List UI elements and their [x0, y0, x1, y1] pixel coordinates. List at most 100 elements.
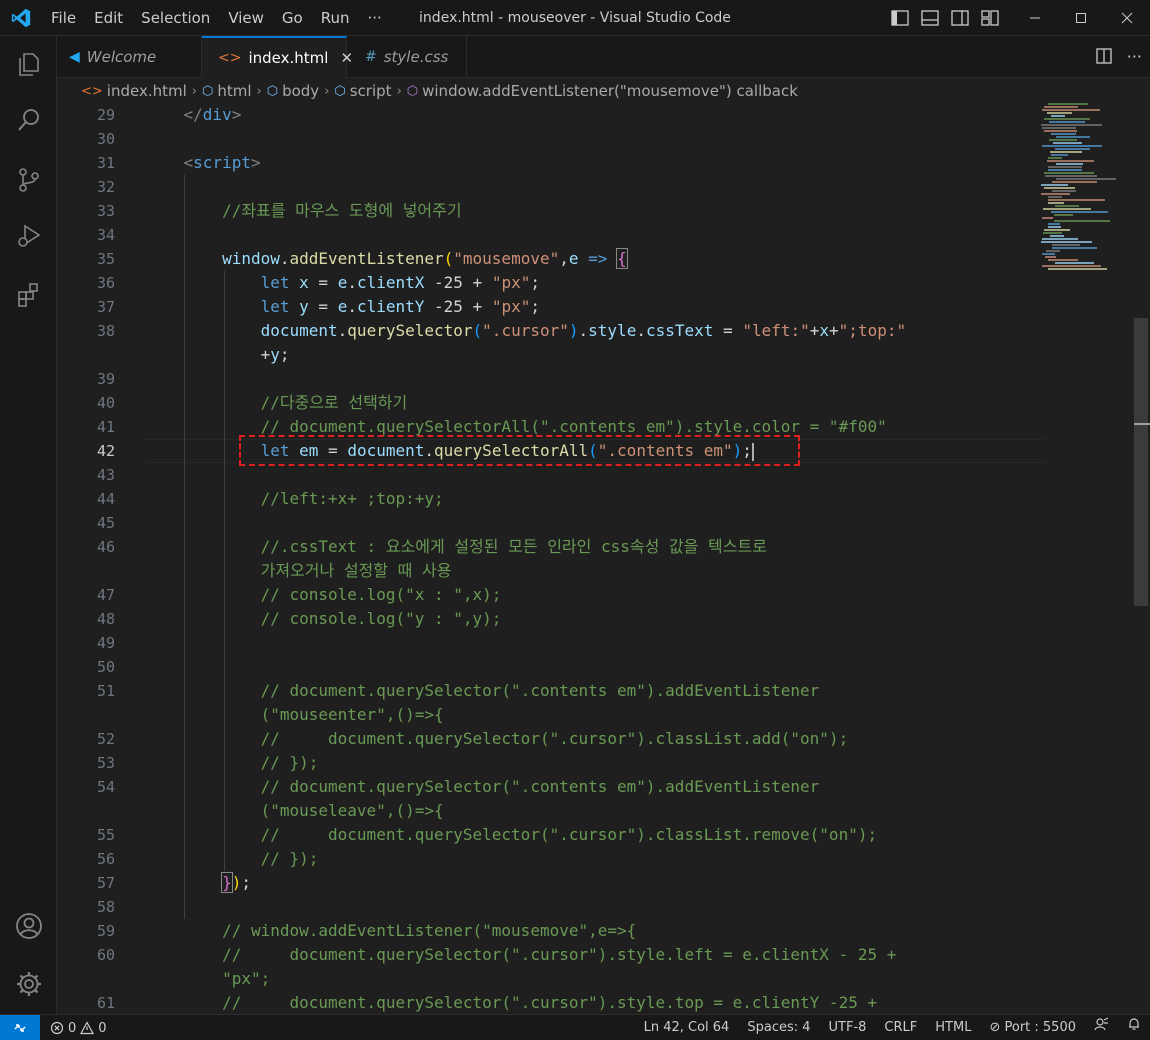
minimize-button[interactable] [1012, 0, 1058, 36]
minimap-line [1052, 247, 1097, 249]
minimap-line [1048, 202, 1064, 204]
code-line: let x = e.clientX -25 + "px"; [260, 273, 541, 292]
code-line: //좌표를 마우스 도형에 넣어주기 [145, 201, 462, 220]
bell-icon [1129, 1018, 1139, 1030]
minimap-line [1048, 169, 1082, 171]
notifications-button[interactable] [1118, 1015, 1150, 1040]
line-number: 52 [96, 730, 115, 748]
indentation[interactable]: Spaces: 4 [738, 1015, 819, 1040]
minimap-line [1056, 136, 1090, 138]
activity-bar [0, 36, 57, 1014]
code-line: // document.querySelector(".cursor").sty… [145, 945, 897, 964]
minimap-line [1044, 130, 1077, 132]
encoding[interactable]: UTF-8 [820, 1015, 876, 1040]
minimap-line [1052, 181, 1097, 183]
minimap-line [1055, 262, 1094, 264]
minimap-line [1048, 166, 1082, 168]
title-bar: File Edit Selection View Go Run ··· inde… [0, 0, 1150, 36]
minimap-line [1041, 124, 1102, 126]
chevron-right-icon: › [191, 83, 197, 99]
line-number: 57 [96, 874, 115, 892]
menu-go[interactable]: Go [273, 0, 312, 36]
minimap-line [1048, 199, 1105, 201]
chevron-right-icon: › [256, 83, 262, 99]
accounts-button[interactable] [0, 902, 57, 950]
warning-icon [80, 1021, 95, 1035]
line-number: 43 [96, 466, 115, 484]
editor-actions: ··· [1095, 47, 1142, 66]
chevron-right-icon: › [324, 83, 330, 99]
feedback-button[interactable] [1085, 1015, 1118, 1040]
minimap-line [1053, 142, 1082, 144]
code-line: ("mouseenter",()=>{ [145, 705, 444, 724]
minimap-line [1048, 223, 1060, 225]
minimap-line [1055, 205, 1079, 207]
live-server-port[interactable]: ⊘ Port : 5500 [980, 1015, 1085, 1040]
minimap-line [1048, 196, 1062, 198]
minimap[interactable] [1037, 103, 1117, 273]
toggle-panel-icon[interactable] [920, 8, 940, 28]
code-line: // document.querySelector(".contents em"… [145, 777, 820, 796]
language-mode[interactable]: HTML [926, 1015, 980, 1040]
breadcrumb-body[interactable]: body [282, 82, 319, 100]
breadcrumb-file[interactable]: index.html [107, 82, 187, 100]
close-window-button[interactable] [1104, 0, 1150, 36]
menu-view[interactable]: View [219, 0, 273, 36]
toggle-secondary-sidebar-icon[interactable] [950, 8, 970, 28]
split-editor-icon[interactable] [1095, 47, 1113, 65]
tab-index-html[interactable]: <> index.html ✕ [202, 36, 353, 78]
code-line: }); [221, 872, 251, 893]
tab-label: Welcome [86, 48, 157, 66]
warning-count: 0 [98, 1020, 107, 1036]
minimap-line [1048, 103, 1088, 105]
html-icon: <> [218, 50, 242, 66]
cursor-position[interactable]: Ln 42, Col 64 [635, 1015, 739, 1040]
maximize-button[interactable] [1058, 0, 1104, 36]
line-number: 45 [96, 514, 115, 532]
line-number: 46 [96, 538, 115, 556]
menu-selection[interactable]: Selection [132, 0, 219, 36]
toggle-primary-sidebar-icon[interactable] [890, 8, 910, 28]
run-debug-button[interactable] [0, 212, 57, 260]
tab-style-css[interactable]: # style.css [347, 36, 467, 78]
minimap-line [1054, 220, 1110, 222]
menu-file[interactable]: File [42, 0, 85, 36]
menu-more[interactable]: ··· [359, 0, 391, 36]
menu-bar: File Edit Selection View Go Run ··· [42, 0, 391, 36]
remote-indicator-button[interactable] [0, 1015, 40, 1040]
manage-button[interactable] [0, 960, 57, 1008]
breadcrumb-html[interactable]: html [217, 82, 251, 100]
breadcrumb-script[interactable]: script [350, 82, 392, 100]
run-debug-icon [17, 224, 40, 247]
explorer-button[interactable] [0, 40, 57, 88]
vertical-scrollbar[interactable] [1134, 318, 1148, 606]
gear-icon [16, 972, 41, 996]
minimap-line [1042, 265, 1101, 267]
minimap-line [1048, 157, 1062, 159]
menu-run[interactable]: Run [312, 0, 359, 36]
source-control-button[interactable] [0, 156, 57, 204]
customize-layout-icon[interactable] [980, 8, 1000, 28]
port-label: Port : 5500 [1004, 1020, 1077, 1035]
menu-edit[interactable]: Edit [85, 0, 132, 36]
annotation-highlight-box [239, 435, 800, 466]
line-number: 53 [96, 754, 115, 772]
line-number: 38 [96, 322, 115, 340]
vscode-logo-icon[interactable] [10, 7, 32, 29]
minimap-line [1041, 193, 1070, 195]
more-actions-icon[interactable]: ··· [1127, 47, 1142, 66]
source-control-icon [18, 168, 39, 192]
search-button[interactable] [0, 96, 57, 144]
extensions-button[interactable] [0, 270, 57, 318]
code-editor[interactable]: 29 30 31 32 33 34 35 36 37 38 39 40 41 42 43 44 45 46 47 48… [57, 103, 1150, 1014]
code-line: +y; [145, 345, 290, 364]
breadcrumb-callback[interactable]: window.addEventListener("mousemove") cal… [422, 82, 798, 100]
minimap-line [1049, 121, 1085, 123]
html-icon: <> [81, 83, 103, 99]
code-line: // document.querySelector(".cursor").cla… [145, 825, 878, 844]
end-of-line[interactable]: CRLF [875, 1015, 926, 1040]
breadcrumb: <> index.html › ⬡ html › ⬡ body › ⬡ scri… [57, 79, 1150, 103]
line-number: 34 [96, 226, 115, 244]
problems-indicator[interactable]: 0 0 [50, 1015, 107, 1040]
tab-welcome[interactable]: ◀ Welcome [57, 36, 202, 78]
